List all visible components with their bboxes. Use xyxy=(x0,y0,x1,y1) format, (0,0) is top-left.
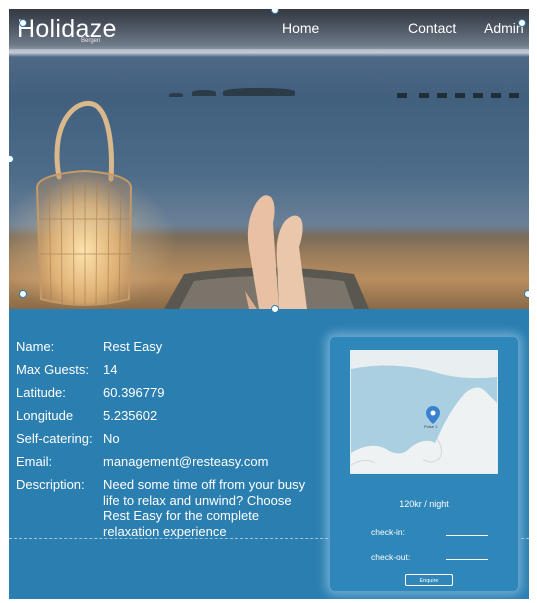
detail-label: Longitude xyxy=(16,408,74,423)
site-logo[interactable]: Holidaze xyxy=(17,15,117,44)
nav-home-link[interactable]: Home xyxy=(282,20,319,36)
page-frame: Holidaze Bergen Home Contact Admin Name:… xyxy=(9,9,529,599)
booking-card: Pulse 1 120kr / night check-in: check-ou… xyxy=(329,336,519,592)
enquire-button[interactable]: Enquire xyxy=(405,574,453,586)
checkout-input[interactable] xyxy=(446,559,488,560)
location-map[interactable]: Pulse 1 xyxy=(350,350,498,474)
detail-label: Description: xyxy=(16,477,85,492)
logo-subtitle: Bergen xyxy=(81,38,101,44)
selection-handle[interactable] xyxy=(19,290,27,298)
hero-illustration xyxy=(9,101,369,309)
selection-handle[interactable] xyxy=(19,19,27,27)
detail-value: 14 xyxy=(103,362,118,377)
checkout-label: check-out: xyxy=(371,552,411,562)
selection-handle[interactable] xyxy=(524,290,529,298)
detail-label: Name: xyxy=(16,339,55,354)
detail-value: No xyxy=(103,431,120,446)
map-pin-label: Pulse 1 xyxy=(424,424,438,429)
detail-label: Self-catering: xyxy=(16,431,93,446)
detail-value: Need some time off from your busy life t… xyxy=(103,477,306,539)
detail-value: 5.235602 xyxy=(103,408,158,423)
detail-label: Max Guests: xyxy=(16,362,89,377)
hero-image: Holidaze Bergen Home Contact Admin xyxy=(9,9,529,309)
map-land xyxy=(351,351,497,473)
selection-handle[interactable] xyxy=(518,19,526,27)
selection-handle[interactable] xyxy=(271,305,279,313)
checkin-input[interactable] xyxy=(446,535,488,536)
price-label: 120kr / night xyxy=(399,499,449,509)
checkin-label: check-in: xyxy=(371,527,406,537)
nav-contact-link[interactable]: Contact xyxy=(408,20,456,36)
detail-label: Latitude: xyxy=(16,385,66,400)
navbar: Holidaze Bergen Home Contact Admin xyxy=(9,9,529,49)
map-pin-icon[interactable] xyxy=(426,406,440,424)
detail-value: 60.396779 xyxy=(103,385,165,400)
detail-value: Rest Easy xyxy=(103,339,163,354)
email-link[interactable]: management@resteasy.com xyxy=(103,454,268,469)
detail-label: Email: xyxy=(16,454,53,469)
